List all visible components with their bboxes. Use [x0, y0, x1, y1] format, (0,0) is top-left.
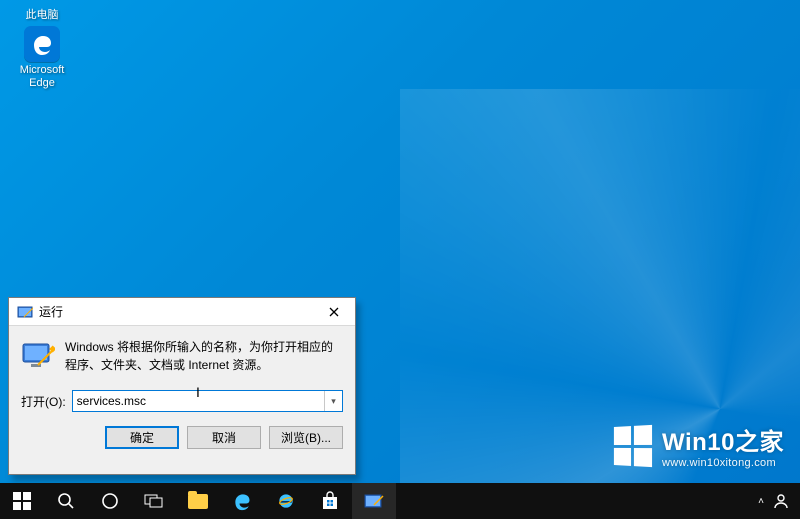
desktop-icon-this-pc[interactable]: 此电脑	[6, 0, 78, 22]
run-dialog-title-icon	[17, 304, 33, 320]
run-dialog: 运行 Windows 将根据你所输入的名称，为你打开相应的程序、文件夹、文档或 …	[8, 297, 356, 475]
cortana-button[interactable]	[88, 483, 132, 519]
taskbar-edge[interactable]	[220, 483, 264, 519]
taskbar-file-explorer[interactable]	[176, 483, 220, 519]
people-icon[interactable]	[772, 492, 790, 510]
close-button[interactable]	[313, 298, 355, 326]
chevron-down-icon[interactable]: ▾	[324, 391, 342, 411]
edge-icon	[6, 24, 78, 64]
open-combobox[interactable]: ▾	[72, 390, 343, 412]
run-dialog-icon	[21, 338, 55, 372]
windows-start-icon	[13, 492, 31, 510]
close-icon	[329, 307, 339, 317]
desktop-icon-label: Microsoft Edge	[6, 64, 78, 89]
run-icon	[364, 493, 384, 509]
taskbar-store[interactable]	[308, 483, 352, 519]
taskbar-ie[interactable]	[264, 483, 308, 519]
cancel-button[interactable]: 取消	[187, 426, 261, 449]
run-dialog-titlebar[interactable]: 运行	[9, 298, 355, 326]
windows-logo-icon	[614, 424, 652, 466]
browse-button[interactable]: 浏览(B)...	[269, 426, 343, 449]
store-icon	[320, 491, 340, 511]
search-icon	[57, 492, 75, 510]
open-input[interactable]	[73, 391, 324, 411]
system-tray: ˄	[758, 483, 800, 519]
taskbar-run-dialog[interactable]	[352, 483, 396, 519]
run-dialog-description: Windows 将根据你所输入的名称，为你打开相应的程序、文件夹、文档或 Int…	[65, 338, 343, 374]
task-view-icon	[144, 493, 164, 509]
tray-overflow-button[interactable]: ˄	[758, 496, 764, 507]
watermark: Win10之家 www.win10xitong.com	[612, 422, 784, 469]
open-label: 打开(O):	[21, 393, 66, 410]
desktop: 此电脑 Microsoft Edge 运行	[0, 0, 800, 519]
cortana-icon	[101, 492, 119, 510]
watermark-url: www.win10xitong.com	[662, 457, 784, 469]
start-button[interactable]	[0, 483, 44, 519]
search-button[interactable]	[44, 483, 88, 519]
ie-icon	[276, 491, 296, 511]
desktop-icon-label: 此电脑	[6, 6, 78, 22]
folder-icon	[188, 494, 208, 509]
taskbar: ˄	[0, 483, 800, 519]
watermark-title: Win10之家	[662, 422, 784, 457]
task-view-button[interactable]	[132, 483, 176, 519]
run-dialog-title: 运行	[39, 303, 313, 320]
ok-button[interactable]: 确定	[105, 426, 179, 449]
desktop-icon-edge[interactable]: Microsoft Edge	[6, 24, 78, 89]
edge-icon	[232, 491, 252, 511]
